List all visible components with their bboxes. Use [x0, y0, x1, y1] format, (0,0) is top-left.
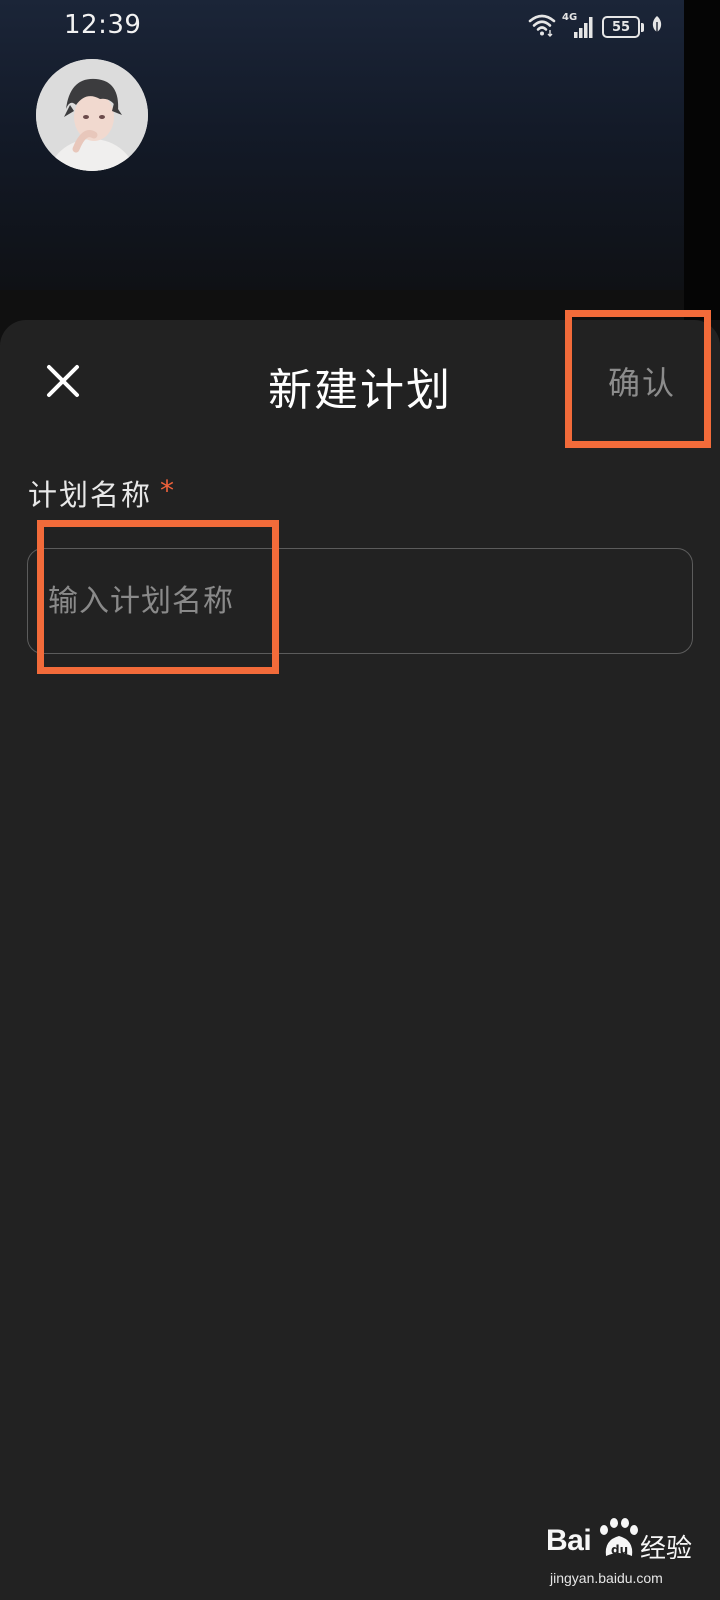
avatar[interactable]	[36, 59, 148, 171]
watermark-url: jingyan.baidu.com	[550, 1570, 663, 1586]
battery-tip	[641, 22, 644, 32]
watermark-product: 经验	[640, 1534, 693, 1564]
wifi-icon	[528, 13, 556, 41]
status-bar: 12:39 4G 55	[0, 0, 684, 56]
new-plan-sheet: 新建计划 确认 计划名称 *	[0, 320, 720, 1600]
plan-name-input[interactable]	[28, 549, 692, 653]
watermark: Bai du 经验 jingyan.baidu.com	[546, 1516, 706, 1592]
app-screen: 12:39 4G 55 新建计划 确认 计划名称 * 输入计划名称 Bai du…	[0, 0, 720, 1600]
battery-icon: 55	[602, 16, 640, 38]
status-icons: 4G 55	[528, 12, 664, 42]
plan-name-label: 计划名称	[28, 478, 153, 512]
leaf-icon	[650, 15, 664, 39]
required-mark: *	[160, 474, 175, 507]
confirm-button[interactable]: 确认	[596, 358, 688, 408]
plan-name-field[interactable]	[27, 548, 693, 654]
avatar-illustration	[36, 59, 148, 171]
watermark-brand: Bai	[546, 1524, 592, 1557]
plan-name-label-row: 计划名称 *	[28, 472, 174, 514]
status-time: 12:39	[64, 10, 142, 40]
signal-icon: 4G	[562, 12, 596, 40]
edge-strip	[684, 0, 720, 320]
svg-text:du: du	[611, 1543, 628, 1557]
battery-level: 55	[611, 19, 631, 35]
paw-logo-icon: du	[596, 1516, 640, 1564]
